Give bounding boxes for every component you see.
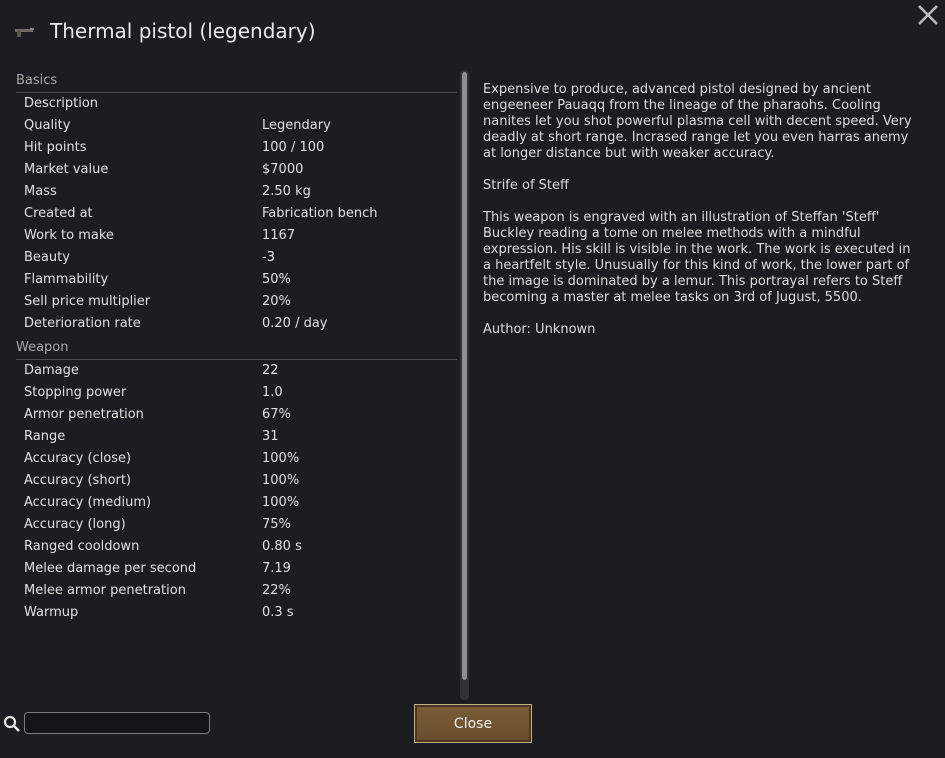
close-button[interactable]: Close bbox=[414, 704, 532, 743]
stat-row[interactable]: Sell price multiplier 20% bbox=[24, 291, 454, 313]
stat-value: -3 bbox=[262, 250, 275, 265]
stat-row[interactable]: Warmup 0.3 s bbox=[24, 602, 454, 624]
stat-label: Damage bbox=[24, 363, 79, 378]
stat-value: 0.80 s bbox=[262, 539, 302, 554]
stat-label: Description bbox=[24, 96, 99, 111]
stat-label: Accuracy (short) bbox=[24, 473, 132, 488]
art-description: This weapon is engraved with an illustra… bbox=[483, 210, 911, 305]
stat-label: Hit points bbox=[24, 140, 87, 155]
stat-value: 20% bbox=[262, 294, 291, 309]
stat-row[interactable]: Accuracy (close) 100% bbox=[24, 448, 454, 470]
stat-row[interactable]: Melee damage per second 7.19 bbox=[24, 558, 454, 580]
stat-row[interactable]: Mass 2.50 kg bbox=[24, 181, 454, 203]
stat-value: $7000 bbox=[262, 162, 304, 177]
search-icon bbox=[3, 715, 20, 732]
stat-value: 50% bbox=[262, 272, 291, 287]
basics-stat-list: Description Quality Legendary Hit points 100… bbox=[24, 93, 454, 335]
stat-value: 1.0 bbox=[262, 385, 283, 400]
stat-value: 100% bbox=[262, 495, 300, 510]
close-icon[interactable] bbox=[915, 2, 941, 28]
stat-label: Flammability bbox=[24, 272, 109, 287]
stat-value: 100 / 100 bbox=[262, 140, 325, 155]
stat-label: Range bbox=[24, 429, 66, 444]
pistol-icon bbox=[15, 28, 34, 37]
weapon-heading: Weapon bbox=[16, 340, 457, 360]
stat-row[interactable]: Accuracy (medium) 100% bbox=[24, 492, 454, 514]
stat-label: Melee damage per second bbox=[24, 561, 197, 576]
stat-value: 31 bbox=[262, 429, 279, 444]
stat-label: Beauty bbox=[24, 250, 70, 265]
search-input[interactable] bbox=[24, 712, 210, 734]
basics-heading: Basics bbox=[16, 73, 457, 93]
stat-label: Mass bbox=[24, 184, 57, 199]
scrollbar-thumb[interactable] bbox=[462, 72, 467, 680]
art-author: Author: Unknown bbox=[483, 322, 596, 337]
stat-value: 1167 bbox=[262, 228, 296, 243]
stat-label: Deterioration rate bbox=[24, 316, 141, 331]
stat-value: 100% bbox=[262, 473, 300, 488]
window-title: Thermal pistol (legendary) bbox=[50, 19, 316, 43]
stat-row[interactable]: Work to make 1167 bbox=[24, 225, 454, 247]
stat-row[interactable]: Description bbox=[24, 93, 454, 115]
stat-label: Warmup bbox=[24, 605, 79, 620]
stat-value: 75% bbox=[262, 517, 291, 532]
stat-value: 22 bbox=[262, 363, 279, 378]
stat-label: Stopping power bbox=[24, 385, 127, 400]
stat-value: 7.19 bbox=[262, 561, 291, 576]
stat-label: Market value bbox=[24, 162, 109, 177]
stat-row[interactable]: Deterioration rate 0.20 / day bbox=[24, 313, 454, 335]
stat-row[interactable]: Quality Legendary bbox=[24, 115, 454, 137]
stat-row[interactable]: Range 31 bbox=[24, 426, 454, 448]
stat-row[interactable]: Created at Fabrication bench bbox=[24, 203, 454, 225]
weapon-stat-list: Damage 22 Stopping power 1.0 Armor penetrati… bbox=[24, 360, 454, 624]
stat-label: Accuracy (medium) bbox=[24, 495, 152, 510]
stat-label: Sell price multiplier bbox=[24, 294, 151, 309]
stat-label: Ranged cooldown bbox=[24, 539, 140, 554]
stat-row[interactable]: Armor penetration 67% bbox=[24, 404, 454, 426]
panel-scrollbar[interactable] bbox=[460, 70, 469, 700]
stat-value: 0.20 / day bbox=[262, 316, 328, 331]
stat-label: Quality bbox=[24, 118, 71, 133]
art-title: Strife of Steff bbox=[483, 178, 569, 193]
stat-value: 0.3 s bbox=[262, 605, 294, 620]
stat-row[interactable]: Beauty -3 bbox=[24, 247, 454, 269]
stat-value: Fabrication bench bbox=[262, 206, 378, 221]
stat-row[interactable]: Flammability 50% bbox=[24, 269, 454, 291]
stat-label: Work to make bbox=[24, 228, 114, 243]
stat-label: Armor penetration bbox=[24, 407, 144, 422]
stat-value: 2.50 kg bbox=[262, 184, 311, 199]
stat-value: 67% bbox=[262, 407, 291, 422]
stat-row[interactable]: Market value $7000 bbox=[24, 159, 454, 181]
description-panel: Expensive to produce, advanced pistol de… bbox=[483, 82, 913, 354]
stat-row[interactable]: Damage 22 bbox=[24, 360, 454, 382]
stat-row[interactable]: Stopping power 1.0 bbox=[24, 382, 454, 404]
stat-value: 22% bbox=[262, 583, 291, 598]
stat-label: Created at bbox=[24, 206, 93, 221]
stat-value: 100% bbox=[262, 451, 300, 466]
stat-row[interactable]: Accuracy (long) 75% bbox=[24, 514, 454, 536]
stat-label: Accuracy (long) bbox=[24, 517, 126, 532]
stat-row[interactable]: Melee armor penetration 22% bbox=[24, 580, 454, 602]
stat-value: Legendary bbox=[262, 118, 331, 133]
stat-row[interactable]: Hit points 100 / 100 bbox=[24, 137, 454, 159]
stat-row[interactable]: Ranged cooldown 0.80 s bbox=[24, 536, 454, 558]
stat-label: Accuracy (close) bbox=[24, 451, 132, 466]
stat-label: Melee armor penetration bbox=[24, 583, 186, 598]
stat-row[interactable]: Accuracy (short) 100% bbox=[24, 470, 454, 492]
description-summary: Expensive to produce, advanced pistol de… bbox=[483, 82, 912, 161]
